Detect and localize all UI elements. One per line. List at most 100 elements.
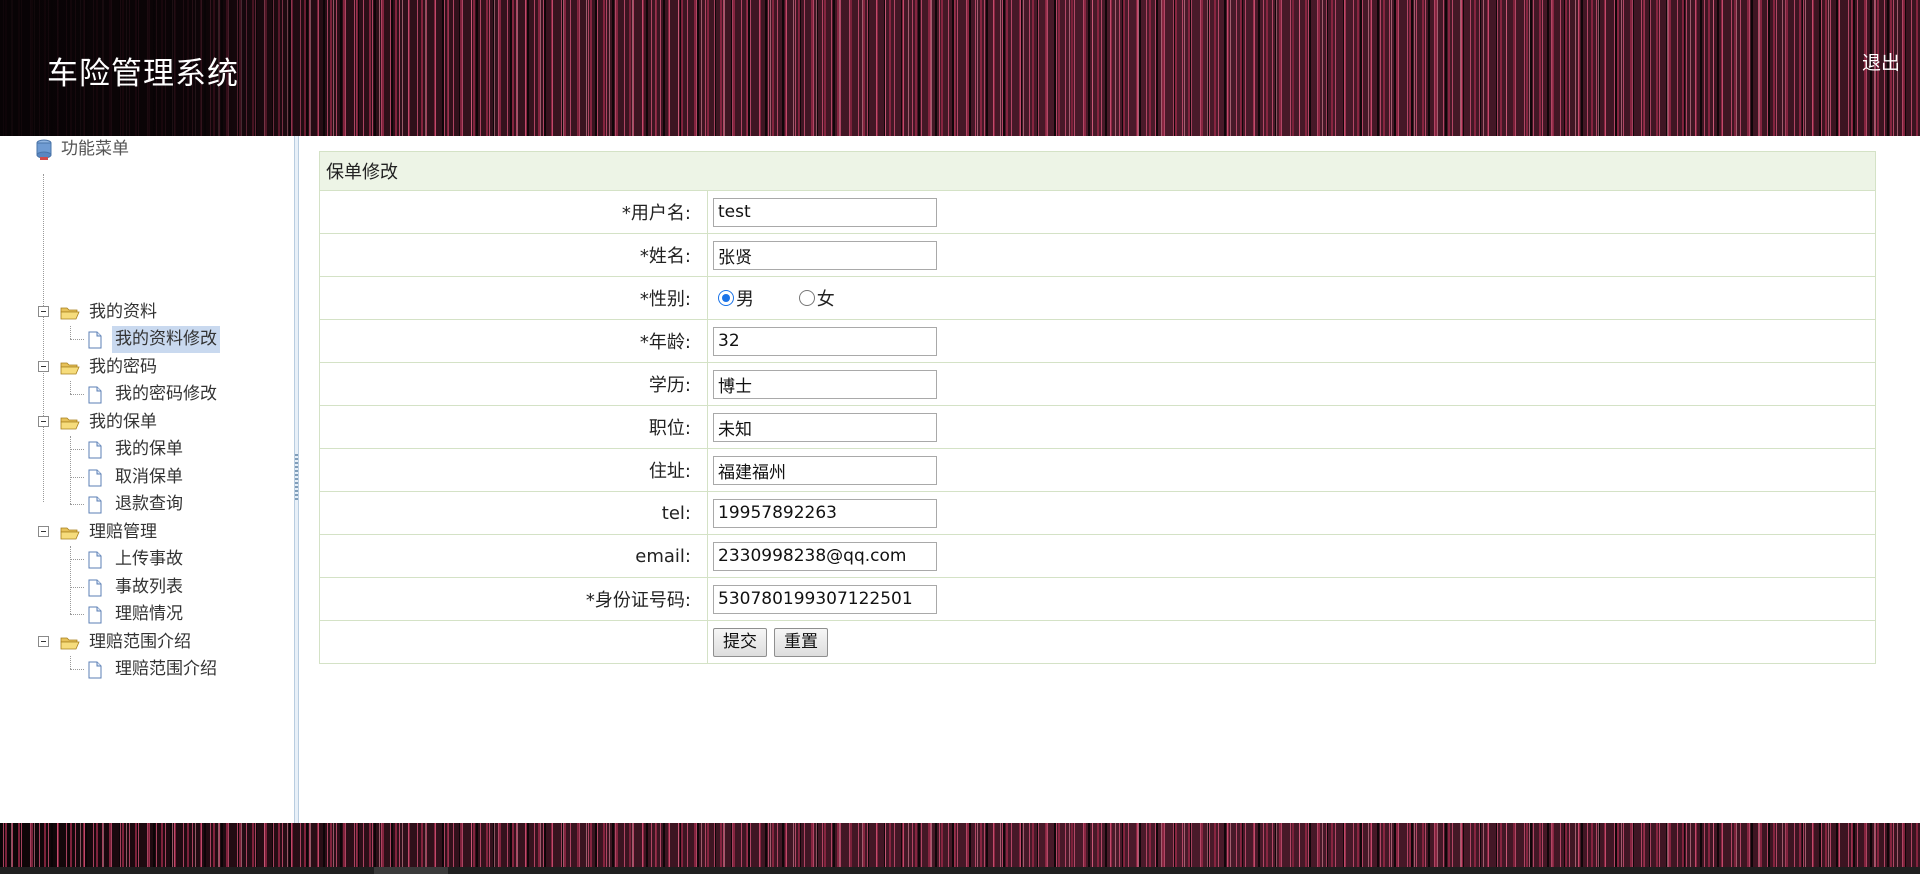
- folder-open-icon: [60, 307, 80, 320]
- logout-link[interactable]: 退出: [1862, 48, 1900, 75]
- sidebar-item-label: 我的密码修改: [115, 384, 217, 404]
- form-row-age: *年龄:: [319, 319, 1876, 363]
- splitter-grip[interactable]: [295, 454, 298, 502]
- gender-option-male[interactable]: 男: [713, 285, 754, 311]
- sidebar-item-label: 理赔范围介绍: [115, 659, 217, 679]
- form-row-idcard: *身份证号码:: [319, 577, 1876, 621]
- page-icon: [88, 661, 102, 679]
- gender-option-label: 男: [736, 289, 754, 310]
- actions-cell: 提交 重置: [707, 620, 1876, 664]
- app-title: 车险管理系统: [47, 56, 239, 92]
- gender-label: *性别:: [319, 276, 708, 320]
- page-icon: [88, 496, 102, 514]
- page-icon: [88, 441, 102, 459]
- tree-group-my-password[interactable]: 我的密码: [0, 354, 295, 381]
- sidebar-item-label: 我的资料修改: [112, 326, 220, 353]
- position-input[interactable]: [713, 412, 937, 442]
- education-cell: [707, 362, 1876, 406]
- email-label: email:: [319, 534, 708, 578]
- gender-cell: 男 女: [707, 276, 1876, 320]
- email-input[interactable]: [713, 541, 937, 571]
- database-icon: [36, 139, 52, 160]
- gender-radio-female[interactable]: [798, 290, 815, 306]
- name-label: *姓名:: [319, 233, 708, 277]
- tree-group-label: 我的保单: [89, 412, 157, 432]
- header-banner: 车险管理系统 退出: [0, 0, 1920, 136]
- sidebar-item-my-password-edit[interactable]: 我的密码修改: [0, 381, 295, 408]
- age-input[interactable]: [713, 326, 937, 356]
- form-caption-row: 保单修改: [319, 151, 1876, 191]
- sidebar-item-refund-query[interactable]: 退款查询: [0, 491, 295, 518]
- form-row-tel: tel:: [319, 491, 1876, 535]
- tree-group-claim-scope[interactable]: 理赔范围介绍: [0, 629, 295, 656]
- sidebar-item-claim-status[interactable]: 理赔情况: [0, 601, 295, 628]
- sidebar-item-claim-scope-intro[interactable]: 理赔范围介绍: [0, 656, 295, 683]
- idcard-cell: [707, 577, 1876, 621]
- tree-group-label: 理赔管理: [89, 522, 157, 542]
- page: 车险管理系统 退出 功能菜单 我的资料 我的资料修改 我的密码 我的密码修改 我…: [0, 0, 1920, 874]
- tree-group-my-profile[interactable]: 我的资料: [0, 299, 295, 326]
- username-input[interactable]: [713, 197, 937, 227]
- page-icon: [88, 469, 102, 487]
- sidebar-item-label: 取消保单: [115, 467, 183, 487]
- scrollbar-thumb[interactable]: [374, 867, 448, 874]
- page-icon: [88, 606, 102, 624]
- footer-banner: [0, 823, 1920, 867]
- submit-button[interactable]: 提交: [713, 627, 767, 657]
- tel-input[interactable]: [713, 498, 937, 528]
- username-label: *用户名:: [319, 190, 708, 234]
- sidebar-item-my-policy[interactable]: 我的保单: [0, 436, 295, 463]
- page-icon: [88, 331, 102, 349]
- tree-root: 功能菜单: [0, 136, 295, 163]
- tree-group-label: 理赔范围介绍: [89, 632, 191, 652]
- name-cell: [707, 233, 1876, 277]
- idcard-input[interactable]: [713, 584, 937, 614]
- page-icon: [88, 386, 102, 404]
- gender-option-female[interactable]: 女: [794, 285, 835, 311]
- tree-root-label: 功能菜单: [61, 139, 129, 159]
- tree-group-my-policy[interactable]: 我的保单: [0, 409, 295, 436]
- sidebar-item-label: 上传事故: [115, 549, 183, 569]
- form-row-education: 学历:: [319, 362, 1876, 406]
- email-cell: [707, 534, 1876, 578]
- main-content: 保单修改 *用户名: *姓名: *性别: 男: [299, 136, 1920, 823]
- folder-open-icon: [60, 362, 80, 375]
- sidebar-item-label: 理赔情况: [115, 604, 183, 624]
- address-input[interactable]: [713, 455, 937, 485]
- folder-open-icon: [60, 527, 80, 540]
- sidebar-item-my-profile-edit[interactable]: 我的资料修改: [0, 326, 295, 353]
- idcard-label: *身份证号码:: [319, 577, 708, 621]
- folder-open-icon: [60, 637, 80, 650]
- sidebar-item-accident-list[interactable]: 事故列表: [0, 574, 295, 601]
- address-cell: [707, 448, 1876, 492]
- age-cell: [707, 319, 1876, 363]
- gender-option-label: 女: [816, 289, 835, 310]
- form-row-username: *用户名:: [319, 190, 1876, 234]
- education-label: 学历:: [319, 362, 708, 406]
- position-cell: [707, 405, 1876, 449]
- tel-label: tel:: [319, 491, 708, 535]
- age-label: *年龄:: [319, 319, 708, 363]
- education-input[interactable]: [713, 369, 937, 399]
- page-icon: [88, 551, 102, 569]
- position-label: 职位:: [319, 405, 708, 449]
- sidebar-item-upload-accident[interactable]: 上传事故: [0, 546, 295, 573]
- name-input[interactable]: [713, 240, 937, 270]
- tree-group-label: 我的密码: [89, 357, 157, 377]
- policy-edit-form: 保单修改 *用户名: *姓名: *性别: 男: [319, 151, 1876, 664]
- page-icon: [88, 579, 102, 597]
- horizontal-scrollbar[interactable]: [0, 867, 1920, 874]
- address-label: 住址:: [319, 448, 708, 492]
- reset-button[interactable]: 重置: [774, 627, 828, 657]
- form-row-name: *姓名:: [319, 233, 1876, 277]
- sidebar-item-cancel-policy[interactable]: 取消保单: [0, 464, 295, 491]
- form-row-gender: *性别: 男 女: [319, 276, 1876, 320]
- function-menu-tree: 功能菜单 我的资料 我的资料修改 我的密码 我的密码修改 我的保单 我的保单 取…: [0, 136, 295, 679]
- form-row-email: email:: [319, 534, 1876, 578]
- username-cell: [707, 190, 1876, 234]
- sidebar: 功能菜单 我的资料 我的资料修改 我的密码 我的密码修改 我的保单 我的保单 取…: [0, 136, 295, 823]
- tree-group-label: 我的资料: [89, 302, 157, 322]
- sidebar-item-label: 事故列表: [115, 577, 183, 597]
- tree-group-claims[interactable]: 理赔管理: [0, 519, 295, 546]
- gender-radio-male[interactable]: [718, 290, 734, 306]
